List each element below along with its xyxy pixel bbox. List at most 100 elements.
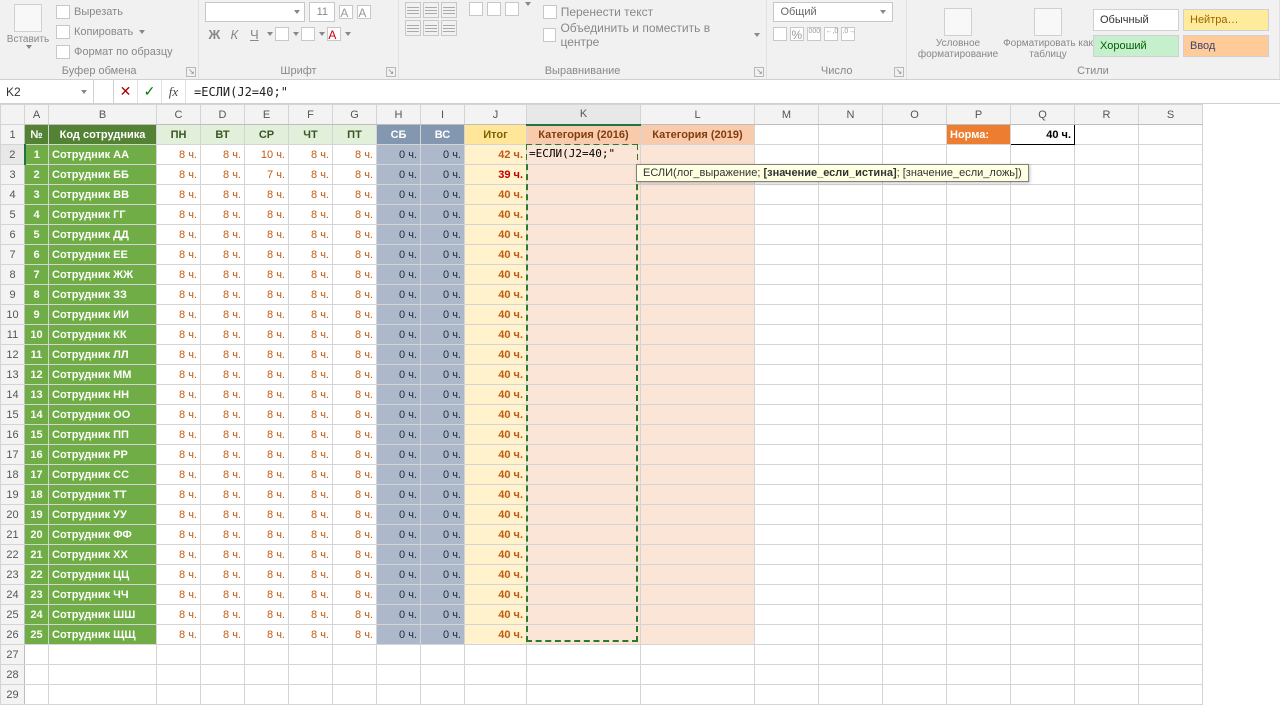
cell-N8[interactable] xyxy=(819,265,883,285)
cell-S7[interactable] xyxy=(1139,245,1203,265)
cell-G23[interactable]: 8 ч. xyxy=(333,565,377,585)
cell-J16[interactable]: 40 ч. xyxy=(465,425,527,445)
row-header-25[interactable]: 25 xyxy=(1,605,25,625)
cell-O8[interactable] xyxy=(883,265,947,285)
cell-B28[interactable] xyxy=(49,665,157,685)
cell-K28[interactable] xyxy=(527,665,641,685)
cell-B23[interactable]: Сотрудник ЦЦ xyxy=(49,565,157,585)
cell-S12[interactable] xyxy=(1139,345,1203,365)
cell-G9[interactable]: 8 ч. xyxy=(333,285,377,305)
cell-M6[interactable] xyxy=(755,225,819,245)
cell-style-neutral[interactable]: Нейтра… xyxy=(1183,9,1269,31)
align-top-left[interactable] xyxy=(405,2,421,18)
cancel-button[interactable]: ✕ xyxy=(114,80,138,103)
cell-P16[interactable] xyxy=(947,425,1011,445)
cell-G15[interactable]: 8 ч. xyxy=(333,405,377,425)
cell-O11[interactable] xyxy=(883,325,947,345)
cell-E9[interactable]: 8 ч. xyxy=(245,285,289,305)
cell-E26[interactable]: 8 ч. xyxy=(245,625,289,645)
cell-P17[interactable] xyxy=(947,445,1011,465)
cell-J25[interactable]: 40 ч. xyxy=(465,605,527,625)
cell-E22[interactable]: 8 ч. xyxy=(245,545,289,565)
paste-button[interactable]: Вставить xyxy=(6,2,50,49)
cell-G19[interactable]: 8 ч. xyxy=(333,485,377,505)
cell-E3[interactable]: 7 ч. xyxy=(245,165,289,185)
cell-I6[interactable]: 0 ч. xyxy=(421,225,465,245)
cell-B2[interactable]: Сотрудник АА xyxy=(49,145,157,165)
cell-J21[interactable]: 40 ч. xyxy=(465,525,527,545)
cell-O9[interactable] xyxy=(883,285,947,305)
cell-H13[interactable]: 0 ч. xyxy=(377,365,421,385)
cell-C4[interactable]: 8 ч. xyxy=(157,185,201,205)
col-header-M[interactable]: M xyxy=(755,105,819,125)
cell-M21[interactable] xyxy=(755,525,819,545)
cell-F18[interactable]: 8 ч. xyxy=(289,465,333,485)
cell-M13[interactable] xyxy=(755,365,819,385)
cell-Q2[interactable] xyxy=(1011,145,1075,165)
cell-S10[interactable] xyxy=(1139,305,1203,325)
cell-P5[interactable] xyxy=(947,205,1011,225)
cell-C14[interactable]: 8 ч. xyxy=(157,385,201,405)
cell-Q9[interactable] xyxy=(1011,285,1075,305)
cell-S1[interactable] xyxy=(1139,125,1203,145)
cell-L23[interactable] xyxy=(641,565,755,585)
cell-N13[interactable] xyxy=(819,365,883,385)
cell-J24[interactable]: 40 ч. xyxy=(465,585,527,605)
cell-F3[interactable]: 8 ч. xyxy=(289,165,333,185)
name-box[interactable]: K2 xyxy=(0,80,94,103)
cell-N2[interactable] xyxy=(819,145,883,165)
row-header-8[interactable]: 8 xyxy=(1,265,25,285)
cell-J27[interactable] xyxy=(465,645,527,665)
cell-C23[interactable]: 8 ч. xyxy=(157,565,201,585)
cell-I10[interactable]: 0 ч. xyxy=(421,305,465,325)
cell-C21[interactable]: 8 ч. xyxy=(157,525,201,545)
cell-P10[interactable] xyxy=(947,305,1011,325)
fx-icon[interactable]: fx xyxy=(162,80,186,103)
cell-B12[interactable]: Сотрудник ЛЛ xyxy=(49,345,157,365)
cell-M19[interactable] xyxy=(755,485,819,505)
cell-E4[interactable]: 8 ч. xyxy=(245,185,289,205)
cell-R15[interactable] xyxy=(1075,405,1139,425)
cell-H18[interactable]: 0 ч. xyxy=(377,465,421,485)
cell-O24[interactable] xyxy=(883,585,947,605)
col-header-E[interactable]: E xyxy=(245,105,289,125)
cell-F13[interactable]: 8 ч. xyxy=(289,365,333,385)
cell-G10[interactable]: 8 ч. xyxy=(333,305,377,325)
cell-R17[interactable] xyxy=(1075,445,1139,465)
cell-A12[interactable]: 11 xyxy=(25,345,49,365)
cell-N27[interactable] xyxy=(819,645,883,665)
wrap-text-button[interactable]: Перенести текст xyxy=(543,2,761,22)
cell-R6[interactable] xyxy=(1075,225,1139,245)
cell-L2[interactable] xyxy=(641,145,755,165)
borders-icon[interactable] xyxy=(275,27,289,41)
cell-F19[interactable]: 8 ч. xyxy=(289,485,333,505)
format-as-table-button[interactable]: Форматировать как таблицу xyxy=(1003,6,1093,60)
cell-L7[interactable] xyxy=(641,245,755,265)
row-header-24[interactable]: 24 xyxy=(1,585,25,605)
cell-C2[interactable]: 8 ч. xyxy=(157,145,201,165)
cell-R2[interactable] xyxy=(1075,145,1139,165)
cell-J28[interactable] xyxy=(465,665,527,685)
cell-G27[interactable] xyxy=(333,645,377,665)
cell-K7[interactable] xyxy=(527,245,641,265)
cell-J17[interactable]: 40 ч. xyxy=(465,445,527,465)
cell-F17[interactable]: 8 ч. xyxy=(289,445,333,465)
row-header-1[interactable]: 1 xyxy=(1,125,25,145)
row-header-5[interactable]: 5 xyxy=(1,205,25,225)
cell-L29[interactable] xyxy=(641,685,755,705)
cell-M20[interactable] xyxy=(755,505,819,525)
cell-P18[interactable] xyxy=(947,465,1011,485)
cell-O25[interactable] xyxy=(883,605,947,625)
row-header-28[interactable]: 28 xyxy=(1,665,25,685)
cell-I26[interactable]: 0 ч. xyxy=(421,625,465,645)
row-header-19[interactable]: 19 xyxy=(1,485,25,505)
cell-M27[interactable] xyxy=(755,645,819,665)
cell-K6[interactable] xyxy=(527,225,641,245)
format-painter-button[interactable]: Формат по образцу xyxy=(56,42,173,62)
cell-E5[interactable]: 8 ч. xyxy=(245,205,289,225)
alignment-buttons[interactable] xyxy=(405,2,457,36)
cell-H14[interactable]: 0 ч. xyxy=(377,385,421,405)
cell-H9[interactable]: 0 ч. xyxy=(377,285,421,305)
cell-L13[interactable] xyxy=(641,365,755,385)
cell-J10[interactable]: 40 ч. xyxy=(465,305,527,325)
